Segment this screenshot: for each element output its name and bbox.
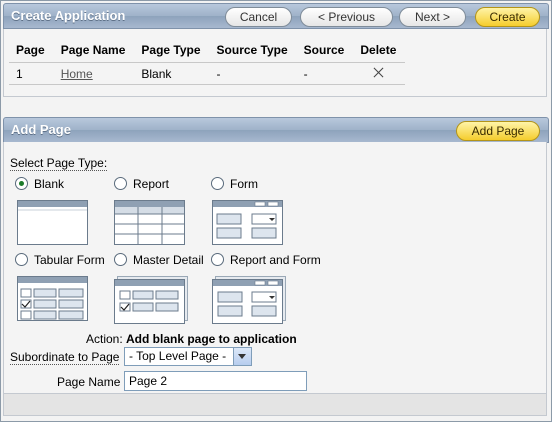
footer-bar: [3, 394, 547, 416]
add-page-title: Add Page: [11, 122, 71, 137]
radio-report-and-form[interactable]: Report and Form: [211, 253, 321, 267]
create-button[interactable]: Create: [475, 7, 540, 27]
previous-button[interactable]: < Previous: [300, 7, 393, 27]
column-header-page-type: Page Type: [134, 38, 210, 63]
cell-page-number: 1: [9, 62, 54, 85]
radio-button[interactable]: [211, 177, 224, 190]
cell-source-type: -: [209, 62, 297, 85]
create-application-header: Create Application Cancel < Previous Nex…: [3, 3, 549, 29]
column-header-delete: Delete: [353, 38, 406, 63]
subordinate-page-value: - Top Level Page -: [129, 349, 227, 363]
radio-label-master-detail: Master Detail: [133, 253, 204, 267]
radio-button[interactable]: [211, 253, 224, 266]
table-header-row: Page Page Name Page Type Source Type Sou…: [9, 38, 406, 63]
master-detail-page-icon[interactable]: [114, 276, 188, 324]
radio-master-detail[interactable]: Master Detail: [114, 253, 204, 267]
cell-source: -: [296, 62, 354, 85]
blank-page-icon[interactable]: [17, 200, 88, 245]
table-row: 1 Home Blank - -: [9, 62, 406, 85]
radio-blank[interactable]: Blank: [15, 177, 64, 191]
radio-button-selected[interactable]: [15, 177, 28, 190]
column-header-page: Page: [9, 38, 54, 63]
radio-label-blank: Blank: [34, 177, 65, 191]
select-page-type-label: Select Page Type:: [10, 156, 108, 171]
radio-label-tabular-form: Tabular Form: [34, 253, 105, 267]
next-button[interactable]: Next >: [399, 7, 466, 27]
add-page-header: Add Page Add Page: [3, 117, 549, 143]
radio-button[interactable]: [114, 177, 127, 190]
radio-button[interactable]: [15, 253, 28, 266]
column-header-source-type: Source Type: [209, 38, 297, 63]
delete-icon[interactable]: [373, 67, 384, 78]
radio-report[interactable]: Report: [114, 177, 169, 191]
radio-label-report-and-form: Report and Form: [230, 253, 321, 267]
column-header-source: Source: [296, 38, 354, 63]
subordinate-to-page-label: Subordinate to Page: [10, 350, 120, 365]
create-application-title: Create Application: [11, 8, 126, 23]
radio-label-form: Form: [230, 177, 258, 191]
chevron-down-icon[interactable]: [233, 348, 251, 365]
radio-tabular-form[interactable]: Tabular Form: [15, 253, 105, 267]
tabular-form-page-icon[interactable]: [17, 276, 88, 321]
pages-region: Page Page Name Page Type Source Type Sou…: [3, 29, 547, 97]
report-page-icon[interactable]: [114, 200, 185, 245]
cancel-button[interactable]: Cancel: [225, 7, 292, 27]
page-name-label: Page Name: [57, 375, 121, 389]
cell-page-type: Blank: [134, 62, 210, 85]
radio-label-report: Report: [133, 177, 170, 191]
subordinate-page-select[interactable]: - Top Level Page -: [124, 347, 252, 366]
column-header-page-name: Page Name: [53, 38, 135, 63]
report-and-form-page-icon[interactable]: [212, 276, 286, 324]
add-page-button[interactable]: Add Page: [456, 121, 540, 141]
radio-form[interactable]: Form: [211, 177, 258, 191]
pages-table: Page Page Name Page Type Source Type Sou…: [9, 38, 406, 85]
page-name-input[interactable]: [124, 371, 307, 391]
action-label: Action:: [86, 332, 123, 346]
radio-button[interactable]: [114, 253, 127, 266]
page-name-link[interactable]: Home: [61, 67, 93, 81]
form-page-icon[interactable]: [212, 200, 283, 245]
action-value: Add blank page to application: [126, 332, 297, 346]
